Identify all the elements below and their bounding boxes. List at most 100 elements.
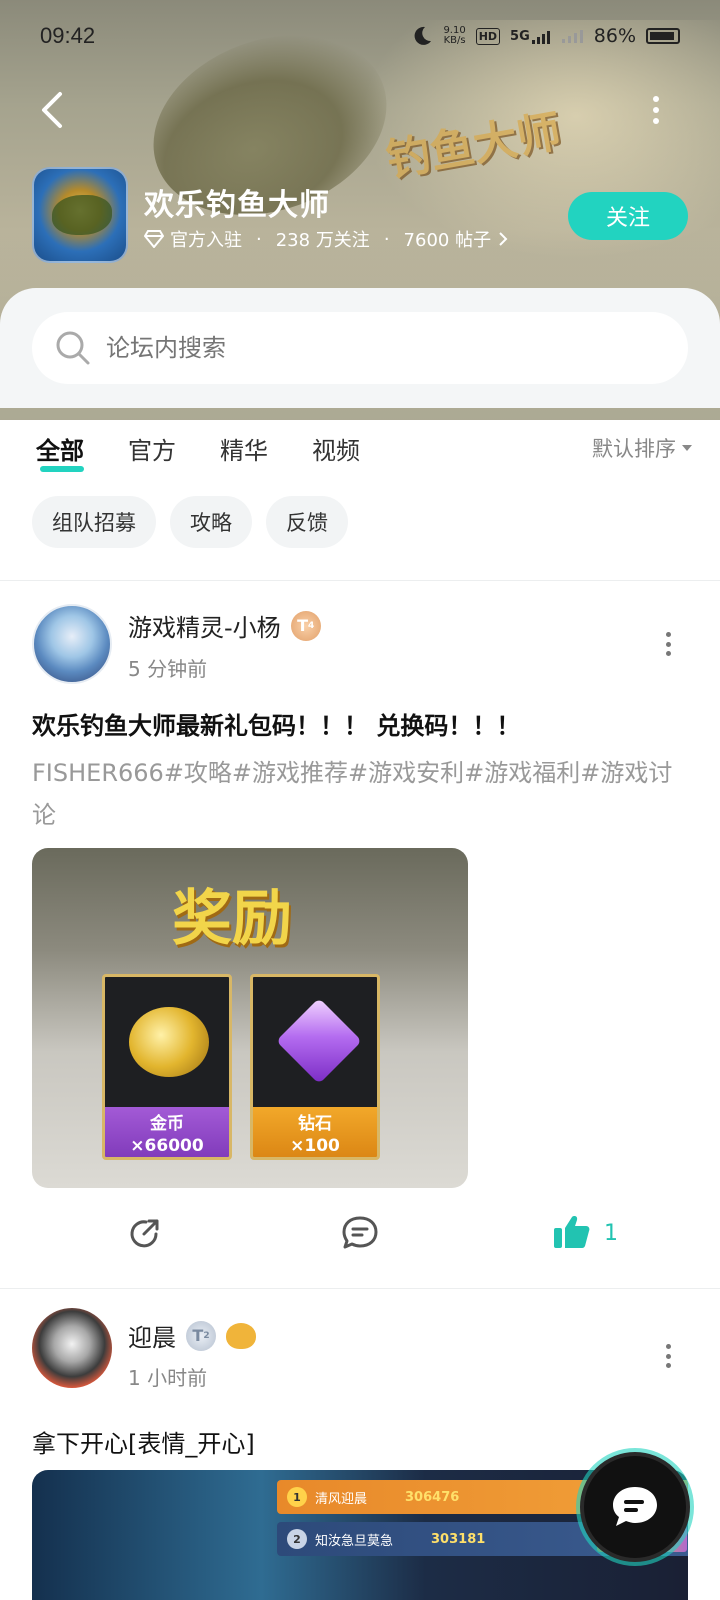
post-more-button[interactable] bbox=[664, 1344, 672, 1368]
meta-separator: · bbox=[256, 228, 262, 250]
author-name: 迎晨 bbox=[128, 1324, 176, 1352]
game-app-icon[interactable] bbox=[32, 167, 128, 263]
more-dot bbox=[665, 641, 671, 647]
tab-official[interactable]: 官方 bbox=[128, 431, 176, 466]
back-button[interactable] bbox=[36, 90, 72, 130]
official-label: 官方入驻 bbox=[170, 230, 242, 251]
tab-video[interactable]: 视频 bbox=[312, 431, 360, 466]
more-options-button[interactable] bbox=[650, 96, 662, 124]
reward-heading: 奖励 bbox=[172, 884, 292, 954]
search-section bbox=[0, 288, 720, 408]
badge-letter: T bbox=[192, 1326, 204, 1345]
coin-icon bbox=[129, 1007, 209, 1077]
status-time: 09:42 bbox=[40, 23, 96, 48]
comment-button[interactable] bbox=[340, 1214, 380, 1252]
signal-label: 5G bbox=[510, 28, 530, 44]
caret-down-icon bbox=[682, 445, 692, 451]
chip-feedback[interactable]: 反馈 bbox=[266, 496, 348, 548]
back-arrow-icon bbox=[42, 92, 62, 128]
hd-icon: HD bbox=[475, 27, 501, 45]
post-author[interactable]: 迎晨 T2 bbox=[128, 1318, 256, 1353]
rank-score: 303181 bbox=[431, 1531, 486, 1547]
posts-count: 7600 帖子 bbox=[403, 230, 492, 251]
followers-count: 238 万关注 bbox=[275, 230, 370, 251]
like-count: 1 bbox=[604, 1220, 618, 1246]
user-level-badge: T4 bbox=[290, 610, 321, 641]
share-button[interactable] bbox=[126, 1214, 164, 1252]
battery-icon bbox=[646, 28, 680, 44]
badge-letter: T bbox=[297, 616, 308, 635]
feed-tabs: 全部 官方 精华 视频 默认排序 bbox=[0, 408, 720, 488]
post-image[interactable]: 奖励 金币 ×66000 钻石 ×100 bbox=[32, 848, 468, 1188]
official-diamond-icon bbox=[144, 230, 164, 248]
post-time: 1 小时前 bbox=[128, 1366, 208, 1390]
rank-name: 清风迎晨 bbox=[315, 1491, 368, 1507]
post-body[interactable]: FISHER666#攻略#游戏推荐#游戏安利#游戏福利#游戏讨论 bbox=[32, 752, 682, 836]
post-actions: 1 bbox=[0, 1200, 720, 1280]
more-dot bbox=[665, 1344, 671, 1349]
signal-5g-icon: 5G bbox=[510, 29, 552, 44]
chat-bubble-icon bbox=[613, 1487, 657, 1526]
reward-card-art bbox=[253, 977, 377, 1107]
pet-badge-icon bbox=[226, 1322, 256, 1349]
search-bar[interactable] bbox=[32, 312, 688, 384]
game-meta[interactable]: 官方入驻 · 238 万关注 · 7600 帖子 bbox=[144, 226, 509, 252]
more-dot bbox=[665, 651, 671, 656]
follow-button[interactable]: 关注 bbox=[568, 192, 688, 240]
more-dot bbox=[653, 107, 659, 113]
post-avatar[interactable] bbox=[32, 1308, 112, 1388]
like-button[interactable]: 1 bbox=[552, 1214, 618, 1252]
more-dot bbox=[653, 118, 659, 124]
chevron-right-icon bbox=[499, 232, 508, 246]
more-dot bbox=[665, 632, 671, 637]
net-speed: 9.10 KB/s bbox=[443, 26, 465, 46]
comment-icon bbox=[342, 1216, 378, 1249]
meta-separator: · bbox=[383, 228, 390, 250]
post-more-button[interactable] bbox=[664, 632, 672, 656]
reward-amount: ×100 bbox=[290, 1136, 340, 1156]
post-title[interactable]: 欢乐钓鱼大师最新礼包码！！！ 兑换码！！！ bbox=[32, 706, 520, 741]
net-speed-unit: KB/s bbox=[443, 35, 466, 46]
rank-number: 1 bbox=[287, 1487, 307, 1507]
chip-guide[interactable]: 攻略 bbox=[170, 496, 252, 548]
signal-bars-icon-2 bbox=[561, 30, 583, 43]
badge-level: 4 bbox=[308, 620, 315, 631]
more-dot bbox=[665, 1363, 671, 1368]
reward-name: 钻石 bbox=[298, 1114, 332, 1134]
reward-card-art bbox=[105, 977, 229, 1107]
reward-name: 金币 bbox=[150, 1114, 184, 1134]
badge-level: 2 bbox=[203, 1330, 210, 1341]
thumbs-up-icon bbox=[554, 1216, 590, 1248]
reward-card-label: 金币 ×66000 bbox=[105, 1107, 229, 1157]
reward-card-coins: 金币 ×66000 bbox=[102, 974, 232, 1160]
share-icon bbox=[130, 1219, 159, 1248]
rank-name: 知汝急旦莫急 bbox=[315, 1533, 394, 1549]
post-time: 5 分钟前 bbox=[128, 657, 208, 681]
post-divider bbox=[0, 1288, 720, 1289]
diamond-gem-icon bbox=[276, 998, 362, 1084]
topic-chips: 组队招募 攻略 反馈 bbox=[32, 496, 348, 548]
search-input[interactable] bbox=[106, 334, 626, 362]
reward-amount: ×66000 bbox=[130, 1136, 204, 1156]
post-author[interactable]: 游戏精灵-小杨 T4 bbox=[128, 608, 321, 643]
sort-label: 默认排序 bbox=[592, 437, 676, 461]
sort-dropdown[interactable]: 默认排序 bbox=[592, 433, 692, 463]
tab-featured[interactable]: 精华 bbox=[220, 431, 268, 466]
signal-bars-icon bbox=[531, 30, 550, 44]
post-avatar[interactable] bbox=[32, 604, 112, 684]
section-divider bbox=[0, 580, 720, 581]
user-level-badge: T2 bbox=[186, 1320, 216, 1351]
more-dot bbox=[665, 1353, 671, 1359]
tab-all[interactable]: 全部 bbox=[36, 431, 84, 472]
game-title: 欢乐钓鱼大师 bbox=[144, 188, 330, 223]
reward-card-diamonds: 钻石 ×100 bbox=[250, 974, 380, 1160]
moon-icon bbox=[415, 26, 432, 45]
rank-number: 2 bbox=[287, 1529, 307, 1549]
status-bar: 09:42 9.10 KB/s HD 5G 86% bbox=[0, 0, 720, 72]
rank-score: 306476 bbox=[405, 1489, 460, 1505]
search-icon bbox=[56, 331, 90, 365]
post-title[interactable]: 拿下开心[表情_开心] bbox=[32, 1424, 255, 1459]
floating-chat-button[interactable] bbox=[580, 1452, 690, 1562]
more-dot bbox=[653, 96, 659, 102]
chip-team-recruit[interactable]: 组队招募 bbox=[32, 496, 156, 548]
